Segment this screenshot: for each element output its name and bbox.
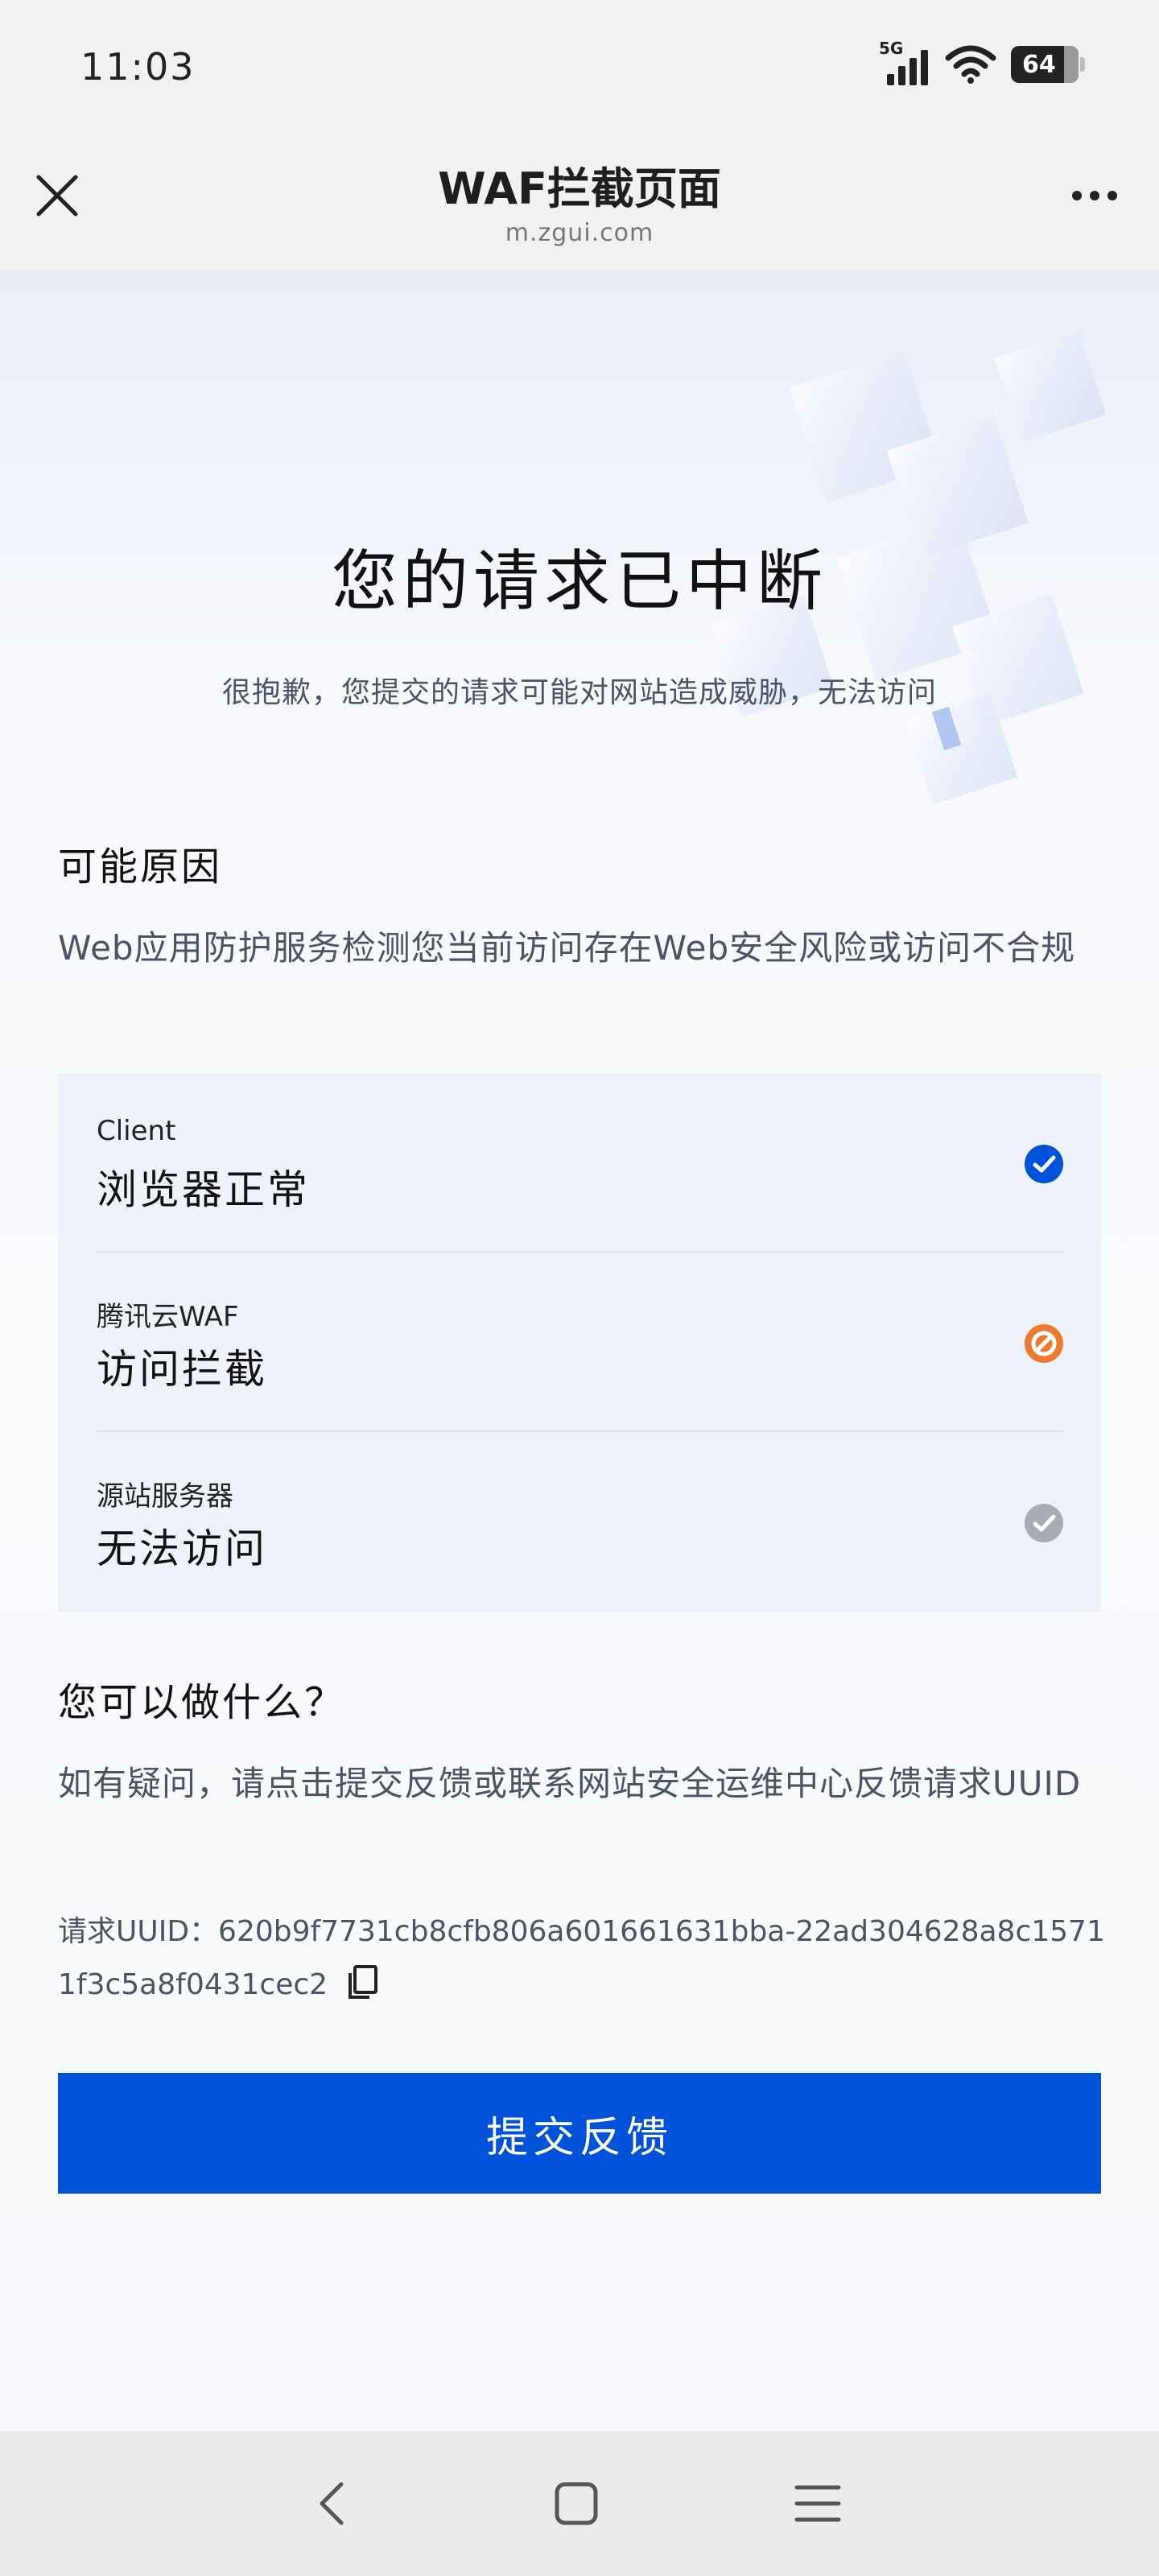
reason-heading: 可能原因: [58, 844, 223, 890]
status-value: 浏览器正常: [97, 1166, 310, 1213]
status-row-client: Client 浏览器正常: [58, 1073, 1101, 1253]
blocked-icon: [1025, 1324, 1063, 1363]
status-row-waf: 腾讯云WAF 访问拦截: [58, 1253, 1101, 1432]
status-label: Client: [97, 1115, 176, 1147]
menu-icon[interactable]: [794, 2479, 842, 2528]
status-value: 无法访问: [97, 1525, 267, 1572]
page-url: m.zgui.com: [505, 219, 654, 247]
status-value: 访问拦截: [97, 1346, 267, 1393]
page-title: WAF拦截页面: [438, 163, 721, 214]
uuid-label: 请求UUID：: [58, 1915, 219, 1948]
copy-icon[interactable]: [344, 1963, 381, 2000]
status-label: 腾讯云WAF: [97, 1301, 239, 1333]
home-icon[interactable]: [552, 2479, 600, 2528]
reason-text: Web应用防护服务检测您当前访问存在Web安全风险或访问不合规: [58, 928, 1076, 968]
status-panel: Client 浏览器正常 腾讯云WAF 访问拦截 源站服务器 无法访问: [58, 1073, 1101, 1612]
signal-icon: 5G: [879, 39, 930, 85]
content-area: 您的请求已中断 很抱歉，您提交的请求可能对网站造成威胁，无法访问 可能原因 We…: [0, 270, 1159, 2431]
status-time: 11:03: [80, 45, 196, 89]
wifi-icon: [945, 45, 996, 84]
check-circle-icon: [1025, 1145, 1063, 1183]
actions-heading: 您可以做什么？: [58, 1680, 346, 1725]
uuid-line: 请求UUID：620b9f7731cb8cfb806a601661631bba-…: [58, 1905, 1112, 2012]
main-title: 您的请求已中断: [331, 543, 827, 620]
status-bar: 11:03 5G 64: [0, 0, 1159, 137]
status-icons: 5G 64: [879, 39, 1085, 89]
back-icon[interactable]: [309, 2479, 357, 2528]
status-row-origin: 源站服务器 无法访问: [58, 1432, 1101, 1612]
status-label: 源站服务器: [97, 1480, 233, 1513]
battery-level: 64: [1022, 50, 1056, 79]
navigation-bar: [0, 2431, 1159, 2576]
more-icon[interactable]: [1062, 175, 1127, 216]
subtitle: 很抱歉，您提交的请求可能对网站造成威胁，无法访问: [221, 676, 937, 709]
check-circle-gray-icon: [1025, 1504, 1063, 1542]
app-header: WAF拦截页面 m.zgui.com: [0, 137, 1159, 270]
battery-icon: 64: [1011, 46, 1085, 83]
submit-feedback-button[interactable]: 提交反馈: [58, 2073, 1101, 2194]
actions-text: 如有疑问，请点击提交反馈或联系网站安全运维中心反馈请求UUID: [58, 1764, 1082, 1803]
